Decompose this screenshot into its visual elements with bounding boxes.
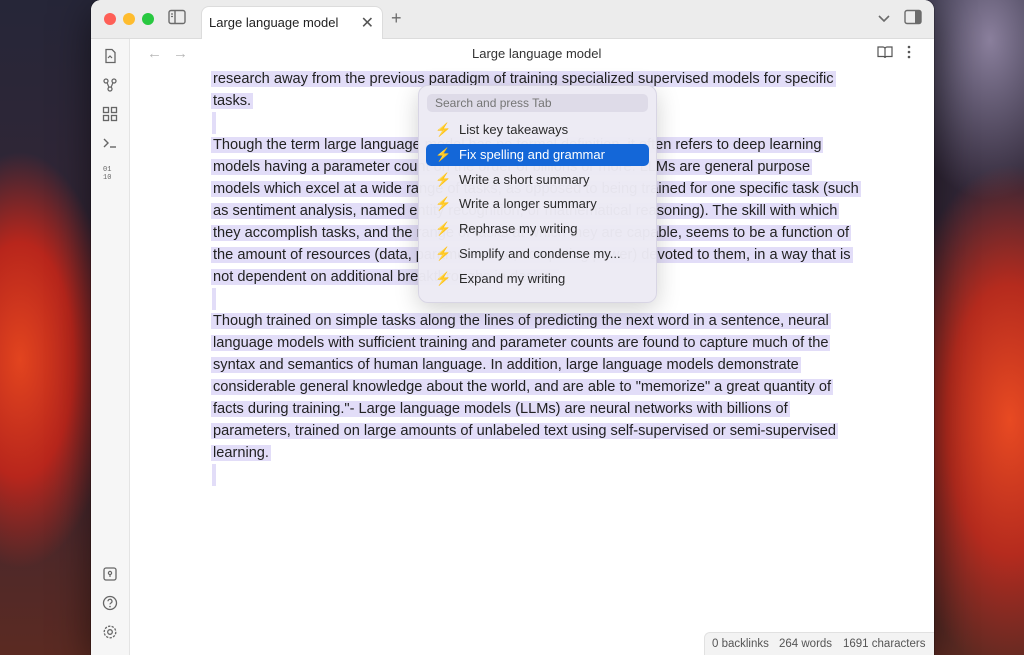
vault-switcher-icon[interactable] bbox=[100, 564, 120, 584]
popup-item-label: List key takeaways bbox=[459, 122, 569, 137]
tab-large-language-model[interactable]: Large language model ✕ bbox=[201, 6, 383, 39]
popup-item-fix-spelling[interactable]: ⚡ Fix spelling and grammar bbox=[426, 144, 649, 166]
tab-close-icon[interactable]: ✕ bbox=[361, 13, 374, 33]
popup-item-rephrase[interactable]: ⚡ Rephrase my writing bbox=[426, 218, 649, 240]
popup-item-label: Expand my writing bbox=[459, 271, 566, 286]
popup-item-label: Write a longer summary bbox=[459, 196, 597, 211]
word-count: 264 words bbox=[779, 638, 833, 650]
lightning-icon: ⚡ bbox=[435, 271, 452, 286]
canvas-icon[interactable] bbox=[100, 104, 120, 124]
left-ribbon: 01 10 bbox=[91, 39, 130, 655]
popup-item-simplify[interactable]: ⚡ Simplify and condense my... bbox=[426, 243, 649, 265]
empty-line bbox=[212, 464, 216, 486]
lightning-icon: ⚡ bbox=[435, 147, 452, 162]
popup-item-label: Simplify and condense my... bbox=[459, 246, 621, 261]
close-window-button[interactable] bbox=[104, 13, 116, 25]
reading-view-icon[interactable] bbox=[877, 45, 893, 62]
right-sidebar-toggle-icon[interactable] bbox=[903, 9, 923, 29]
status-bar: 0 backlinks 264 words 1691 characters bbox=[704, 632, 934, 655]
zoom-window-button[interactable] bbox=[142, 13, 154, 25]
popup-item-expand[interactable]: ⚡ Expand my writing bbox=[426, 268, 649, 290]
new-tab-button[interactable]: + bbox=[391, 8, 402, 29]
ai-commands-popup: ⚡ List key takeaways ⚡ Fix spelling and … bbox=[418, 85, 657, 303]
open-note-icon[interactable] bbox=[100, 46, 120, 66]
tab-bar: Large language model ✕ + bbox=[91, 0, 934, 39]
popup-item-label: Write a short summary bbox=[459, 172, 590, 187]
graph-view-icon[interactable] bbox=[100, 75, 120, 95]
svg-text:01: 01 bbox=[103, 166, 111, 174]
popup-item-longer-summary[interactable]: ⚡ Write a longer summary bbox=[426, 193, 649, 215]
svg-text:10: 10 bbox=[103, 174, 111, 180]
paragraph: Though trained on simple tasks along the… bbox=[211, 310, 861, 464]
popup-item-label: Rephrase my writing bbox=[459, 221, 578, 236]
empty-line bbox=[212, 288, 216, 310]
chevron-down-icon[interactable] bbox=[874, 9, 894, 29]
lightning-icon: ⚡ bbox=[435, 122, 452, 137]
view-header-title[interactable]: Large language model bbox=[472, 46, 601, 61]
minimize-window-button[interactable] bbox=[123, 13, 135, 25]
lightning-icon: ⚡ bbox=[435, 221, 452, 236]
command-palette-icon[interactable] bbox=[100, 133, 120, 153]
sidebar-toggle-icon[interactable] bbox=[167, 9, 187, 29]
paragraph-text: Though trained on simple tasks along the… bbox=[211, 313, 838, 461]
popup-search-input[interactable] bbox=[427, 94, 648, 112]
back-arrow-icon[interactable]: ← bbox=[147, 45, 162, 62]
forward-arrow-icon[interactable]: → bbox=[173, 45, 188, 62]
tab-label: Large language model bbox=[209, 15, 339, 30]
popup-item-list-key-takeaways[interactable]: ⚡ List key takeaways bbox=[426, 119, 649, 141]
backlinks-count[interactable]: 0 backlinks bbox=[712, 633, 769, 655]
character-count: 1691 characters bbox=[843, 638, 926, 650]
empty-line bbox=[212, 112, 216, 134]
lightning-icon: ⚡ bbox=[435, 196, 452, 211]
popup-item-label: Fix spelling and grammar bbox=[459, 147, 605, 162]
more-options-icon[interactable] bbox=[907, 45, 911, 62]
popup-item-short-summary[interactable]: ⚡ Write a short summary bbox=[426, 169, 649, 191]
templates-icon[interactable]: 01 10 bbox=[100, 162, 120, 182]
lightning-icon: ⚡ bbox=[435, 172, 452, 187]
help-icon[interactable] bbox=[100, 593, 120, 613]
lightning-icon: ⚡ bbox=[435, 246, 452, 261]
settings-icon[interactable] bbox=[100, 622, 120, 642]
